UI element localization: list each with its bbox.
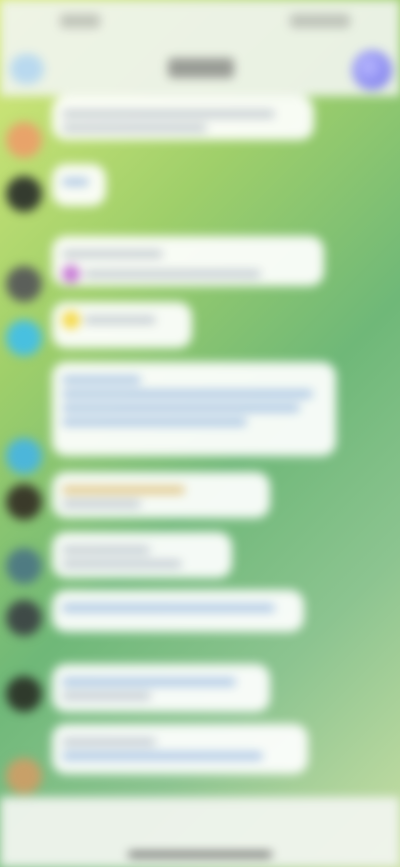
message-list[interactable] [0,96,400,797]
message-input-bar[interactable] [0,797,400,867]
back-button[interactable] [10,54,44,84]
avatar[interactable] [6,122,42,158]
message-bubble[interactable] [52,532,232,578]
status-bar [0,0,400,44]
avatar[interactable] [6,438,42,474]
avatar[interactable] [6,176,42,212]
emoji-icon [62,311,80,329]
chat-app [0,0,400,867]
message-bubble[interactable] [52,724,308,774]
status-time [60,14,100,28]
message-bubble[interactable] [52,96,314,140]
chat-header [0,44,400,96]
avatar[interactable] [6,676,42,712]
message-bubble[interactable] [52,302,192,348]
message-bubble[interactable] [52,164,106,206]
emoji-icon [62,265,80,283]
chat-title[interactable] [168,58,234,78]
message-bubble[interactable] [52,362,336,456]
home-indicator[interactable] [128,852,272,857]
avatar[interactable] [6,758,42,794]
avatar[interactable] [6,484,42,520]
message-bubble[interactable] [52,472,270,518]
avatar[interactable] [6,320,42,356]
avatar[interactable] [6,266,42,302]
avatar[interactable] [6,600,42,636]
status-icons [290,14,350,28]
message-bubble[interactable] [52,590,304,632]
avatar[interactable] [6,548,42,584]
group-avatar[interactable] [352,50,392,90]
message-bubble[interactable] [52,664,270,712]
message-bubble[interactable] [52,236,324,286]
